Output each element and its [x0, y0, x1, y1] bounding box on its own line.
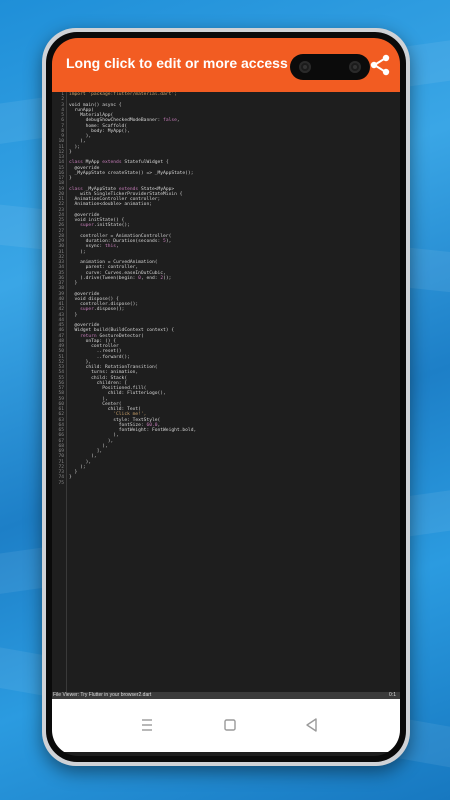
- code-token: ),: [69, 433, 119, 439]
- code-token: ,: [116, 244, 119, 250]
- code-token: vsync:: [69, 244, 105, 250]
- code-token: child: FlutterLogo(),: [69, 391, 166, 397]
- code-token: }: [69, 475, 72, 481]
- code-token: },: [69, 359, 92, 365]
- code-editor[interactable]: 1 import 'package:flutter/material.dart';…: [52, 92, 400, 692]
- camera-lens-icon: [299, 61, 311, 73]
- code-token: MyApp: [82, 160, 103, 166]
- code-token: Widget build(BuildContext context) {: [69, 328, 175, 334]
- nav-menu-icon[interactable]: [133, 711, 161, 739]
- code-token: _MyAppState: [82, 186, 119, 192]
- code-token: return: [80, 333, 97, 339]
- code-token: class: [69, 186, 83, 192]
- code-token: ..forward();: [69, 354, 130, 360]
- code-token: children: [: [69, 380, 128, 386]
- line-number: 75: [58, 480, 64, 486]
- code-token: fontSize:: [69, 422, 147, 428]
- file-status-bar: File Viewer: Try Flutter in your browser…: [52, 692, 400, 699]
- code-token: ),: [69, 454, 97, 460]
- code-token: home: Scaffold(: [69, 123, 128, 129]
- code-token: }: [69, 281, 78, 286]
- code-token: super: [80, 307, 94, 313]
- app-title: Long click to edit or more access: [66, 55, 288, 71]
- code-token: void dispose() {: [69, 296, 119, 302]
- camera-lens-icon: [349, 61, 361, 73]
- code-token: @override: [69, 212, 100, 218]
- code-token: @override: [69, 165, 100, 171]
- code-token: ),: [165, 239, 172, 244]
- code-token: ));: [163, 275, 172, 281]
- code-token: Animation<double> animation;: [69, 202, 152, 208]
- code-token: }: [69, 149, 72, 155]
- code-token: _MyAppState createState() => _MyAppState…: [69, 170, 194, 176]
- code-token: );: [69, 464, 86, 470]
- nav-back-icon[interactable]: [298, 711, 326, 739]
- code-token: }: [69, 176, 72, 181]
- code-token: .dispose();: [93, 307, 125, 313]
- code-content[interactable]: 1 import 'package:flutter/material.dart';…: [52, 92, 400, 692]
- code-token: ),: [69, 438, 114, 444]
- code-token: extends: [118, 186, 139, 192]
- code-token: style: TextStyle(: [69, 417, 161, 423]
- code-token: GestureDetector(: [96, 333, 144, 339]
- code-token: , end:: [140, 275, 161, 281]
- code-token: 60.0: [146, 422, 158, 428]
- app-bar: Long click to edit or more access: [52, 38, 400, 92]
- cursor-position: 0:1: [389, 692, 396, 698]
- code-line[interactable]: 75: [52, 481, 400, 486]
- front-camera-cutout: [290, 54, 370, 80]
- code-token: parent: controller,: [69, 265, 139, 271]
- nav-home-icon[interactable]: [216, 711, 244, 739]
- code-token: ),: [69, 396, 108, 402]
- code-token: @override: [69, 291, 100, 297]
- code-token: );: [69, 249, 86, 255]
- code-token: onTap: () {: [69, 338, 117, 344]
- phone-screen: Long click to edit or more access 1 impor…: [52, 38, 400, 756]
- code-token: ).drive(Tween(begin:: [69, 275, 139, 281]
- code-token: void main() async {: [69, 102, 122, 108]
- share-icon[interactable]: [368, 53, 392, 77]
- code-token: curve: Curves.easeInOutCubic,: [69, 270, 166, 276]
- code-token: StatefulWidget {: [121, 160, 169, 166]
- phone-frame: Long click to edit or more access 1 impor…: [42, 28, 410, 766]
- code-token: extends: [102, 160, 122, 166]
- code-token: .initState();: [93, 223, 130, 229]
- file-name-label: File Viewer: Try Flutter in your browser…: [53, 692, 152, 698]
- code-token: );: [69, 144, 81, 150]
- code-token: this: [104, 244, 117, 250]
- code-token: super: [80, 223, 94, 229]
- code-token: ,: [157, 422, 161, 428]
- phone-bezel: Long click to edit or more access 1 impor…: [46, 32, 406, 762]
- code-token: class: [69, 160, 83, 166]
- code-token: runApp(: [69, 107, 94, 113]
- code-token: State<MyApp>: [138, 186, 175, 192]
- code-token: body: MyApp(),: [69, 128, 130, 134]
- code-token: with SingleTickerProviderStateMixin {: [69, 191, 183, 197]
- code-token: import 'package:flutter/material.dart';: [69, 92, 177, 97]
- code-token: 'Click me!',: [69, 412, 147, 418]
- code-token: ..reset(): [69, 349, 122, 355]
- code-token: false: [163, 118, 177, 124]
- code-token: controller = AnimationController(: [69, 233, 172, 239]
- code-token: ),: [69, 459, 92, 465]
- system-navigation-bar: [52, 699, 400, 752]
- code-token: ),: [69, 443, 108, 449]
- code-token: ),: [69, 139, 86, 145]
- code-token: }: [69, 312, 78, 318]
- code-token: ,: [176, 118, 180, 124]
- code-token: Center(: [69, 401, 122, 407]
- code-token: child: Stack(: [69, 375, 128, 381]
- code-token: turns: animation,: [69, 370, 139, 376]
- code-token: debugShowCheckedModeBanner:: [69, 118, 164, 124]
